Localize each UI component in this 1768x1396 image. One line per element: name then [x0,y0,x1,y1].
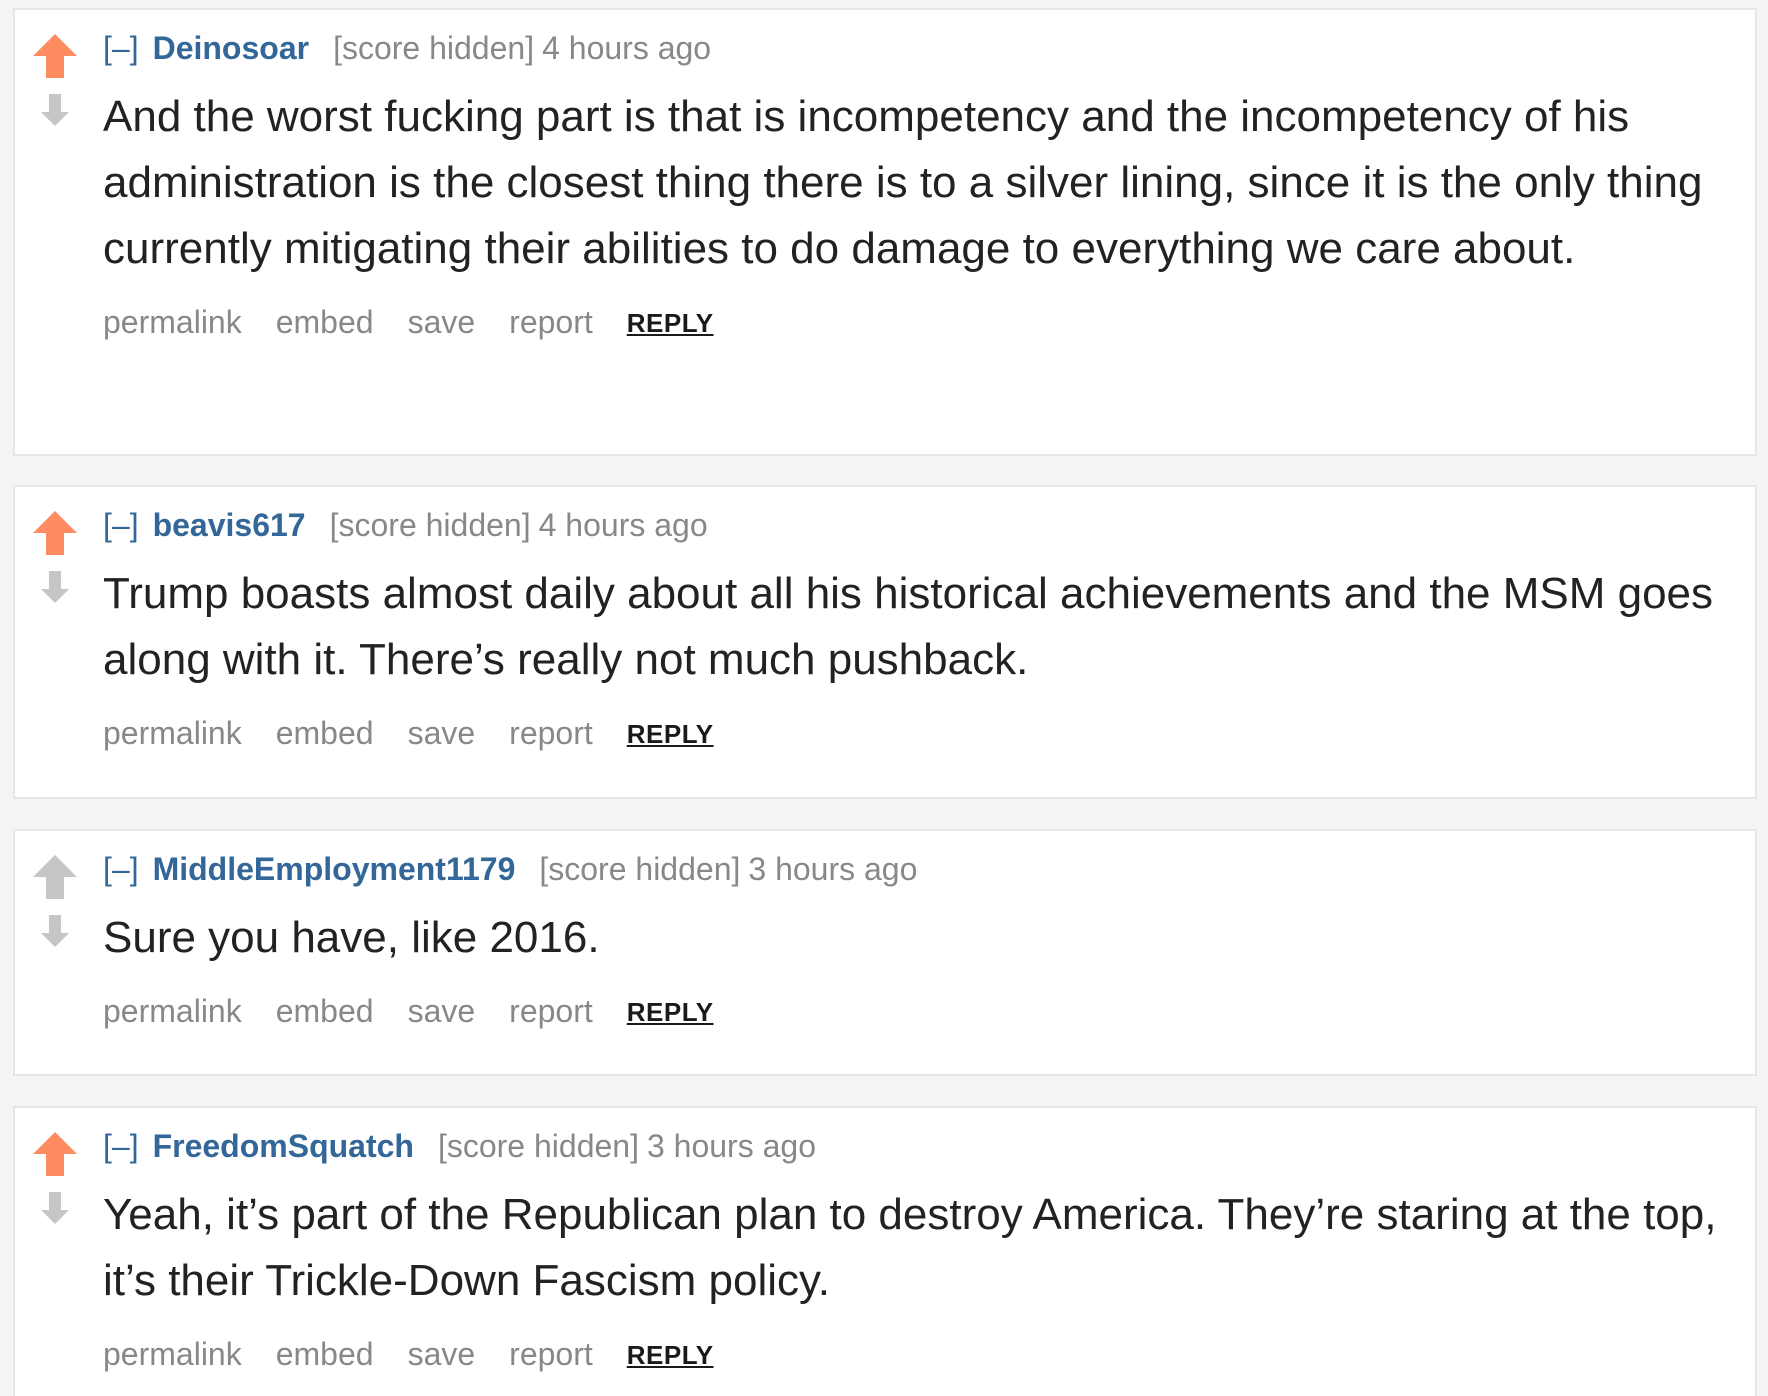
embed-link[interactable]: embed [276,715,374,751]
save-link[interactable]: save [408,1336,476,1372]
author-link[interactable]: Deinosoar [153,30,309,66]
upvote-arrow-icon[interactable] [31,853,79,901]
permalink-link[interactable]: permalink [103,993,242,1029]
downvote-arrow-icon[interactable] [31,1186,79,1234]
action-buttons: permalink embed save report REPLY [103,991,1735,1032]
report-link[interactable]: report [509,304,593,340]
save-link[interactable]: save [408,993,476,1029]
comment: [–] beavis617 [score hidden] 4 hours ago Tr… [13,485,1757,799]
upvote-arrow-icon[interactable] [31,1130,79,1178]
comment: [–] Deinosoar [score hidden] 4 hours ago An… [13,8,1757,456]
comment-body: [–] Deinosoar [score hidden] 4 hours ago An… [103,28,1735,343]
comment-text: Yeah, it’s part of the Republican plan t… [103,1190,1717,1305]
downvote-arrow-icon[interactable] [31,565,79,613]
embed-link[interactable]: embed [276,1336,374,1372]
reply-button[interactable]: REPLY [627,308,714,338]
reply-button[interactable]: REPLY [627,997,714,1027]
collapse-toggle[interactable]: [–] [103,507,139,543]
vote-controls [31,509,79,613]
action-buttons: permalink embed save report REPLY [103,302,1735,343]
author-link[interactable]: MiddleEmployment1179 [153,851,516,887]
timestamp: 3 hours ago [646,1128,816,1164]
upvote-arrow-icon[interactable] [31,32,79,80]
save-link[interactable]: save [408,304,476,340]
permalink-link[interactable]: permalink [103,304,242,340]
report-link[interactable]: report [509,993,593,1029]
upvote-arrow-icon[interactable] [31,509,79,557]
collapse-toggle[interactable]: [–] [103,30,139,66]
score-hidden: [score hidden] [329,507,531,543]
action-buttons: permalink embed save report REPLY [103,713,1735,754]
score-hidden: [score hidden] [333,30,535,66]
comment-body: [–] FreedomSquatch [score hidden] 3 hours a… [103,1126,1735,1375]
timestamp: 4 hours ago [542,30,712,66]
tagline: [–] Deinosoar [score hidden] 4 hours ago [103,28,1735,68]
comment: [–] MiddleEmployment1179 [score hidden] 3 h… [13,829,1757,1076]
vote-controls [31,32,79,136]
comment-text: Trump boasts almost daily about all his … [103,569,1714,684]
tagline: [–] MiddleEmployment1179 [score hidden] 3 h… [103,849,1735,889]
tagline: [–] FreedomSquatch [score hidden] 3 hours a… [103,1126,1735,1166]
report-link[interactable]: report [509,1336,593,1372]
comment-body: [–] MiddleEmployment1179 [score hidden] 3 h… [103,849,1735,1032]
action-buttons: permalink embed save report REPLY [103,1334,1735,1375]
report-link[interactable]: report [509,715,593,751]
permalink-link[interactable]: permalink [103,715,242,751]
vote-controls [31,853,79,957]
collapse-toggle[interactable]: [–] [103,1128,139,1164]
timestamp: 4 hours ago [538,507,708,543]
author-link[interactable]: FreedomSquatch [153,1128,414,1164]
vote-controls [31,1130,79,1234]
save-link[interactable]: save [408,715,476,751]
embed-link[interactable]: embed [276,993,374,1029]
timestamp: 3 hours ago [748,851,918,887]
tagline: [–] beavis617 [score hidden] 4 hours ago [103,505,1735,545]
comment-text: And the worst fucking part is that is in… [103,92,1703,273]
collapse-toggle[interactable]: [–] [103,851,139,887]
author-link[interactable]: beavis617 [153,507,306,543]
reply-button[interactable]: REPLY [627,719,714,749]
downvote-arrow-icon[interactable] [31,909,79,957]
score-hidden: [score hidden] [437,1128,639,1164]
comment-thread: [–] Deinosoar [score hidden] 4 hours ago An… [0,0,1768,1396]
embed-link[interactable]: embed [276,304,374,340]
comment-body: [–] beavis617 [score hidden] 4 hours ago Tr… [103,505,1735,754]
score-hidden: [score hidden] [539,851,741,887]
comment-text: Sure you have, like 2016. [103,913,600,962]
reply-button[interactable]: REPLY [627,1340,714,1370]
downvote-arrow-icon[interactable] [31,88,79,136]
permalink-link[interactable]: permalink [103,1336,242,1372]
comment: [–] FreedomSquatch [score hidden] 3 hours a… [13,1106,1757,1396]
